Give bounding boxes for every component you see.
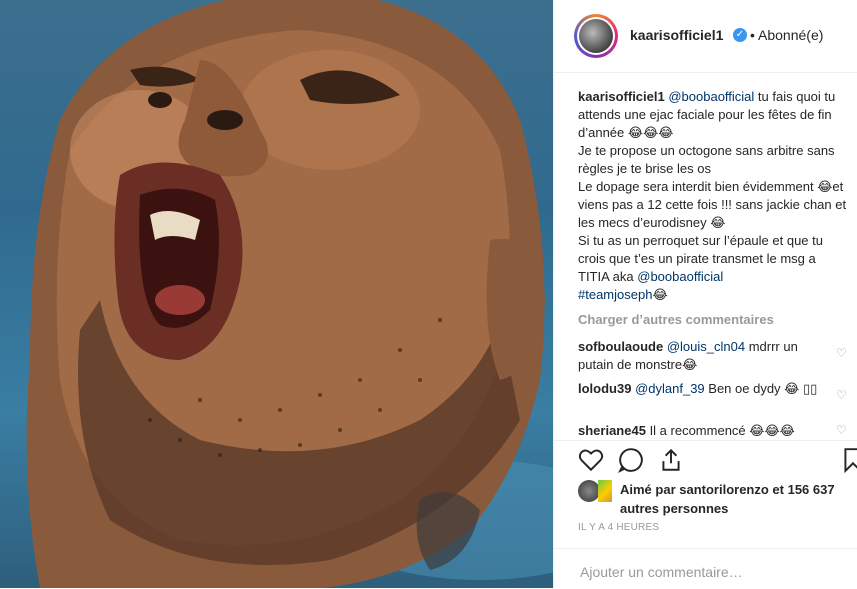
- post-photo[interactable]: [0, 0, 553, 588]
- profile-avatar[interactable]: [574, 14, 618, 58]
- caption-mention[interactable]: @boobaofficial: [668, 89, 754, 104]
- post-side-panel: kaarisofficiel1 ✓ • Abonné(e) kaarisoffi…: [553, 0, 857, 588]
- comment-text: Il a recommencé 😂😂😂: [649, 423, 795, 438]
- post-header: kaarisofficiel1 ✓ • Abonné(e): [554, 0, 857, 73]
- heart-icon[interactable]: [578, 447, 604, 473]
- caption-mention-2[interactable]: @boobaofficial: [637, 269, 723, 284]
- photo-illustration: [26, 0, 553, 588]
- caption-text-2: Je te propose un octogone sans arbitre s…: [578, 143, 835, 176]
- post-timestamp[interactable]: IL Y A 4 HEURES: [578, 522, 659, 533]
- caption-hashtag-emoji: 😂: [652, 287, 668, 302]
- bookmark-icon[interactable]: [840, 447, 857, 473]
- caption-username[interactable]: kaarisofficiel1: [578, 89, 665, 104]
- comment-mention[interactable]: @dylanf_39: [635, 381, 705, 396]
- comment-like-heart-icon[interactable]: ♡: [836, 347, 848, 359]
- comment-item: sheriane45 Il a recommencé 😂😂😂: [578, 422, 823, 438]
- post-caption: kaarisofficiel1 @boobaofficial tu fais q…: [578, 88, 850, 304]
- load-more-comments-button[interactable]: Charger d’autres commentaires: [578, 312, 774, 327]
- comment-icon[interactable]: [618, 447, 644, 473]
- comment-username[interactable]: sheriane45: [578, 423, 646, 438]
- comment-item: sofboulaoude @louis_cln04 mdrrr un putai…: [578, 338, 823, 374]
- comment-username[interactable]: lolodu39: [578, 381, 631, 396]
- add-comment-input[interactable]: [578, 563, 822, 581]
- liker-avatar-secondary: [598, 480, 612, 502]
- add-comment-bar: [554, 548, 857, 589]
- liker-avatar[interactable]: [578, 480, 600, 502]
- follow-status-button[interactable]: • Abonné(e): [750, 27, 823, 43]
- comment-like-heart-icon[interactable]: ♡: [836, 389, 848, 401]
- comment-mention[interactable]: @louis_cln04: [667, 339, 745, 354]
- comment-text: Ben oe dydy 😂 ▯▯: [704, 381, 818, 396]
- caption-hashtag[interactable]: #teamjoseph: [578, 287, 652, 302]
- post-actions-bar: [554, 440, 857, 481]
- caption-text-3: Le dopage sera interdit bien évidemment …: [578, 179, 847, 230]
- verified-badge-icon: ✓: [733, 28, 747, 42]
- share-icon[interactable]: [658, 447, 684, 473]
- comment-like-heart-icon[interactable]: ♡: [836, 424, 848, 436]
- likes-text[interactable]: Aimé par santorilorenzo et 156 637 autre…: [620, 480, 840, 518]
- comment-item: lolodu39 @dylanf_39 Ben oe dydy 😂 ▯▯: [578, 380, 823, 398]
- header-username[interactable]: kaarisofficiel1: [630, 27, 723, 43]
- comment-username[interactable]: sofboulaoude: [578, 339, 663, 354]
